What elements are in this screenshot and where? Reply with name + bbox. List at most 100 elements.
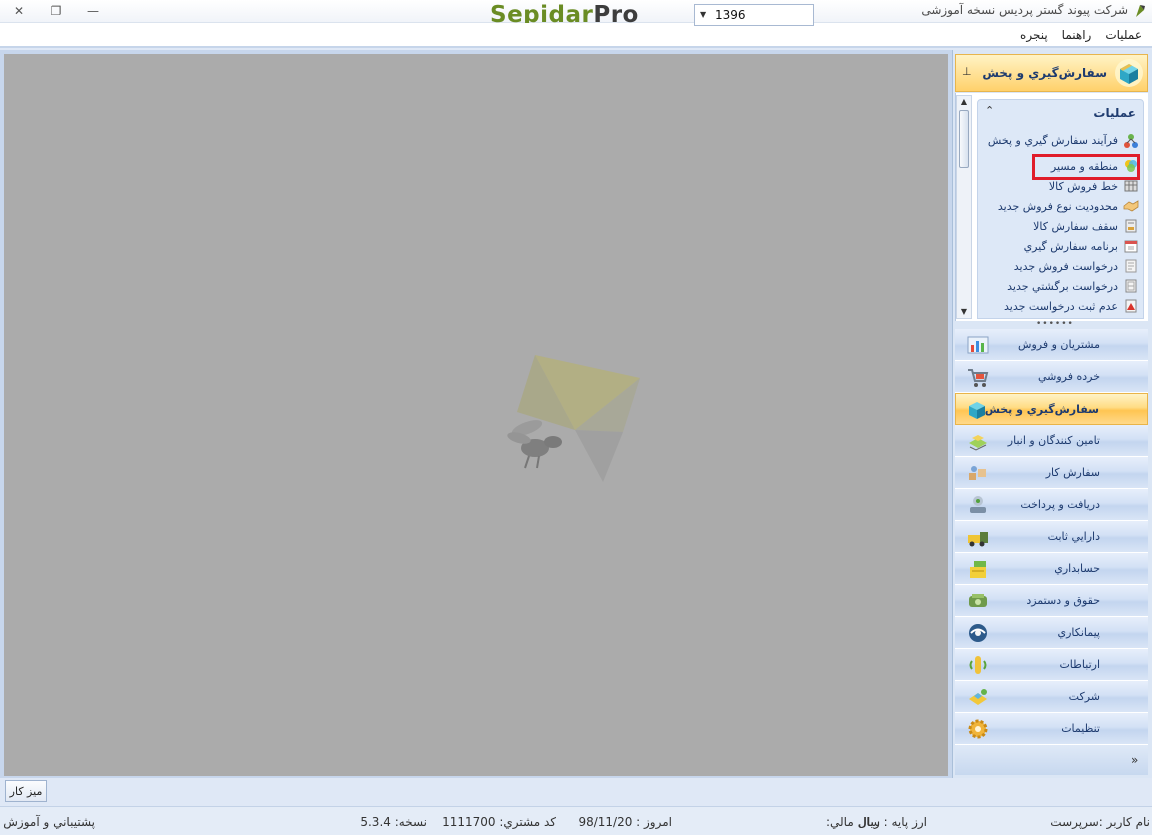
module-label: تامين كنندگان و انبار: [1007, 434, 1100, 447]
pin-icon[interactable]: ⊥: [962, 65, 972, 78]
operations-group-header[interactable]: عمليات ⌃: [977, 100, 1144, 124]
communications-icon: [969, 656, 987, 674]
region-route-icon: [1125, 160, 1137, 172]
pane-footer: »: [955, 745, 1148, 775]
module-company[interactable]: شركت: [955, 681, 1148, 713]
module-receive-pay[interactable]: دريافت و پرداخت: [955, 489, 1148, 521]
task-label: درخواست فروش جديد: [1013, 259, 1118, 273]
module-label: شركت: [1068, 690, 1100, 703]
task-label: درخواست برگشتي جديد: [1007, 279, 1118, 293]
task-region-route[interactable]: منطقه و مسير: [980, 156, 1142, 176]
status-version: نسخه: 5.3.4: [360, 815, 427, 829]
task-process[interactable]: فرآيند سفارش گيري و پخش: [980, 126, 1142, 156]
settings-gear-icon: [968, 719, 988, 739]
fiscal-year-select[interactable]: ▼ 1396: [694, 4, 814, 26]
close-icon[interactable]: ✕: [8, 2, 30, 20]
accounting-icon: [970, 561, 986, 578]
status-today: امروز : 98/11/20: [578, 815, 672, 829]
module-settings[interactable]: تنظيمات: [955, 713, 1148, 745]
task-sale-type-limit[interactable]: محدوديت نوع فروش جديد: [980, 196, 1142, 216]
module-customers-sales[interactable]: مشتريان و فروش: [955, 329, 1148, 361]
module-label: پيمانكاري: [1057, 626, 1100, 639]
task-label: محدوديت نوع فروش جديد: [997, 199, 1118, 213]
contracting-icon: [969, 624, 987, 642]
module-label: ارتباطات: [1059, 658, 1100, 671]
module-fixed-assets[interactable]: دارايي ثابت: [955, 521, 1148, 553]
process-flow-icon: [1124, 134, 1138, 148]
task-label: عدم ثبت درخواست جديد: [1004, 299, 1118, 313]
desktop-button[interactable]: ميز كار: [5, 780, 47, 802]
pane-title: سفارش‌گيري و پخش: [982, 66, 1107, 80]
package-box-icon: [1115, 59, 1143, 87]
task-new-sales-request[interactable]: درخواست فروش جديد: [980, 256, 1142, 276]
task-list: فرآيند سفارش گيري و پخش منطقه و مسير خط …: [980, 126, 1142, 316]
bee-logo-watermark: [507, 355, 640, 482]
workspace: [4, 54, 948, 776]
collapse-chevron-icon[interactable]: ⌃: [985, 104, 994, 117]
status-customer-code: كد مشتري: 1111700: [442, 815, 556, 829]
group-title: عمليات: [1093, 106, 1136, 120]
menu-window[interactable]: پنجره: [1020, 28, 1048, 42]
module-label: دريافت و پرداخت: [1020, 498, 1100, 511]
expand-chevron-icon[interactable]: »: [1131, 753, 1138, 767]
task-no-request[interactable]: عدم ثبت درخواست جديد: [980, 296, 1142, 316]
splitter-grip[interactable]: ••••••: [1036, 320, 1074, 329]
calendar-icon: [1124, 240, 1138, 253]
no-request-icon: [1125, 299, 1137, 313]
work-order-icon: [969, 466, 986, 480]
scroll-thumb[interactable]: [959, 110, 969, 168]
module-work-order[interactable]: سفارش كار: [955, 457, 1148, 489]
restore-icon[interactable]: ❐: [45, 2, 67, 20]
customers-sales-icon: [967, 336, 989, 354]
menu-operations[interactable]: عملیات: [1105, 28, 1142, 42]
module-accounting[interactable]: حسابداري: [955, 553, 1148, 585]
company-icon: [969, 689, 987, 705]
support-link[interactable]: پشتيباني و آموزش: [3, 815, 95, 829]
menu-help[interactable]: راهنما: [1062, 28, 1092, 42]
module-retail[interactable]: خرده فروشي: [955, 361, 1148, 393]
payroll-icon: [969, 594, 987, 607]
suppliers-warehouse-icon: [969, 435, 987, 451]
module-label: حسابداري: [1054, 562, 1100, 575]
task-label: سقف سفارش كالا: [1033, 219, 1118, 233]
task-sales-line[interactable]: خط فروش كالا: [980, 176, 1142, 196]
fixed-assets-icon: [968, 532, 988, 547]
scroll-up-icon[interactable]: ▲: [959, 97, 969, 107]
menu-bar: عملیات راهنما پنجره: [0, 23, 1152, 48]
module-suppliers-warehouse[interactable]: تامين كنندگان و انبار: [955, 425, 1148, 457]
shopping-cart-icon: [968, 369, 989, 387]
module-communications[interactable]: ارتباطات: [955, 649, 1148, 681]
window-taskbar: [0, 778, 1152, 805]
module-buttons: مشتريان و فروش خرده فروشي سفارش‌گيري و پ…: [955, 329, 1148, 745]
pane-header: سفارش‌گيري و پخش ⊥: [955, 54, 1148, 92]
task-label: خط فروش كالا: [1048, 179, 1118, 193]
minimize-icon[interactable]: —: [82, 2, 104, 20]
task-new-return-request[interactable]: درخواست برگشتي جديد: [980, 276, 1142, 296]
module-label: دارايي ثابت: [1047, 530, 1100, 543]
task-label: فرآيند سفارش گيري و پخش: [987, 134, 1118, 147]
sales-line-icon: [1124, 180, 1138, 192]
chevron-down-icon[interactable]: ▼: [700, 10, 706, 19]
module-label: سفارش‌گيري و پخش: [984, 403, 1099, 416]
task-label: منطقه و مسير: [1050, 159, 1118, 173]
order-ceiling-icon: [1125, 219, 1137, 233]
module-label: حقوق و دستمزد: [1026, 594, 1100, 607]
module-contracting[interactable]: پيمانكاري: [955, 617, 1148, 649]
sales-request-icon: [1125, 259, 1137, 273]
scroll-down-icon[interactable]: ▼: [959, 307, 969, 317]
status-fiscal-year-label: سال مالي:: [825, 815, 880, 829]
fiscal-year-value: 1396: [715, 8, 746, 22]
status-username: نام كاربر :سرپرست: [1050, 815, 1150, 829]
window-title: شرکت پیوند گستر پردیس نسخه آموزشی: [921, 3, 1128, 17]
tasks-scrollbar[interactable]: ▲ ▼: [956, 95, 972, 319]
module-label: تنظيمات: [1061, 722, 1100, 735]
task-order-program[interactable]: برنامه سفارش گيري: [980, 236, 1142, 256]
module-payroll[interactable]: حقوق و دستمزد: [955, 585, 1148, 617]
module-order-distribution[interactable]: سفارش‌گيري و پخش: [955, 393, 1148, 425]
task-order-ceiling[interactable]: سقف سفارش كالا: [980, 216, 1142, 236]
title-bar: ✕ ❐ — SepidarPro شرکت پیوند گستر پردیس ن…: [0, 0, 1152, 28]
receive-pay-icon: [970, 496, 986, 513]
module-label: مشتريان و فروش: [1018, 338, 1100, 351]
task-label: برنامه سفارش گيري: [1023, 239, 1118, 253]
status-bar: نام كاربر :سرپرست ارز پايه : ريال سال ما…: [0, 806, 1152, 835]
